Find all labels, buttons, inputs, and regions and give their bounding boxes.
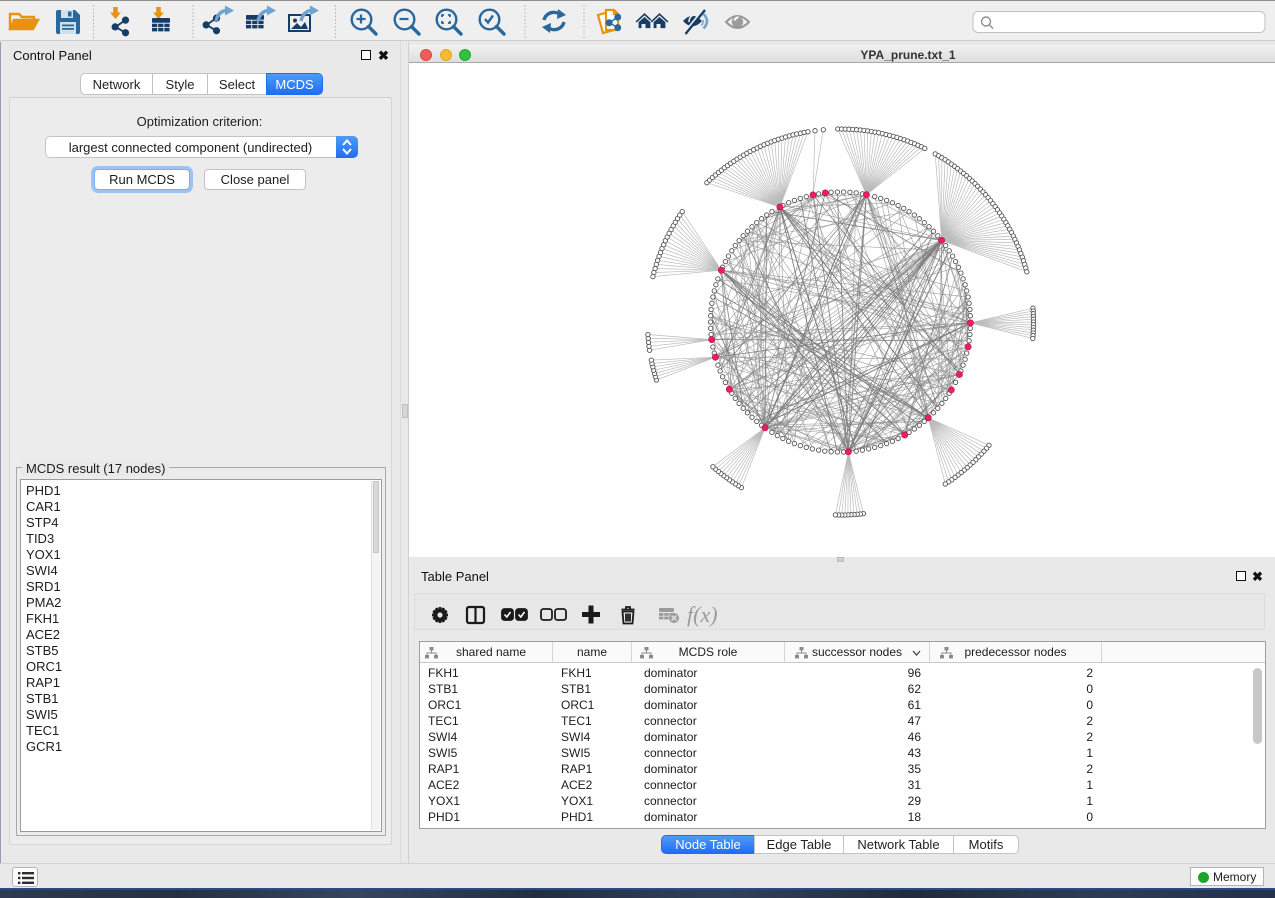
svg-text:f(x): f(x) — [687, 602, 718, 627]
